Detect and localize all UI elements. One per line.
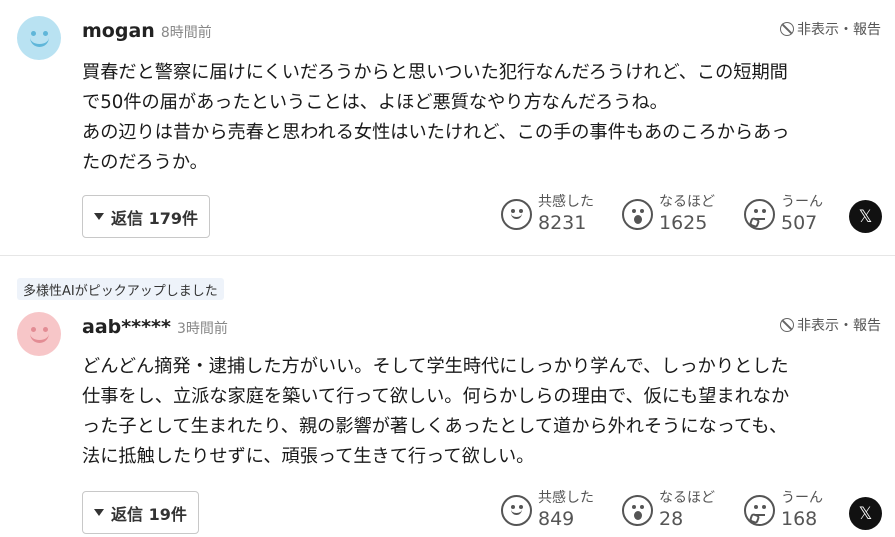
reaction-uun-button[interactable]: うーん 168 (744, 491, 823, 529)
username[interactable]: mogan (82, 20, 155, 42)
comment-line: 買春だと警察に届けにくいだろうからと思いついた犯行なんだろうけれど、この短期間 (82, 62, 788, 83)
comment-line: 仕事をし、立派な家庭を築いて行って欲しい。何らかしらの理由で、仮にも望まれなか (82, 386, 790, 407)
reaction-label: なるほど (659, 194, 715, 210)
hide-report-label: 非表示・報告 (797, 318, 881, 334)
reaction-empathy-button[interactable]: 共感した 849 (501, 491, 594, 529)
caret-down-icon (94, 213, 104, 220)
reaction-label: うーん (781, 490, 823, 506)
x-share-icon[interactable]: 𝕏 (849, 497, 882, 530)
smile-face-icon (501, 198, 532, 230)
user-avatar[interactable] (17, 312, 61, 356)
reply-toggle-button[interactable]: 返信 179件 (82, 195, 210, 238)
comment-item: mogan 8時間前 非表示・報告 買春だと警察に届けにくいだろうからと思いつい… (0, 0, 895, 255)
reply-count-label: 返信 179件 (111, 208, 198, 228)
surprised-face-icon (622, 198, 653, 230)
reaction-count: 8231 (538, 212, 587, 234)
avatar-eye (31, 31, 36, 36)
hide-report-button[interactable]: 非表示・報告 (780, 315, 881, 335)
reaction-count: 507 (781, 212, 818, 234)
reaction-naruhodo-button[interactable]: なるほど 1625 (622, 195, 715, 233)
surprised-face-icon (622, 494, 653, 526)
hide-report-button[interactable]: 非表示・報告 (780, 19, 881, 39)
smile-face-icon (501, 494, 532, 526)
avatar-mouth (30, 37, 49, 47)
reaction-label: 共感した (538, 490, 594, 506)
ban-icon (780, 22, 794, 36)
comment-time: 8時間前 (160, 25, 212, 41)
comment-line: で50件の届があったということは、よほど悪質なやり方なんだろうね。 (82, 92, 668, 113)
reply-toggle-button[interactable]: 返信 19件 (82, 491, 199, 534)
comment-line: あの辺りは昔から売春と思われる女性はいたけれど、この手の事件もあのころからあっ (82, 122, 790, 143)
reaction-empathy-button[interactable]: 共感した 8231 (501, 195, 594, 233)
reaction-label: なるほど (659, 490, 715, 506)
comment-line: った子として生まれたり、親の影響が著しくあったとして道から外れそうになっても、 (82, 416, 788, 437)
avatar-eye (43, 327, 48, 332)
thinking-face-icon (744, 198, 775, 230)
user-avatar[interactable] (17, 16, 61, 60)
reaction-count: 28 (659, 508, 684, 530)
avatar-eye (43, 31, 48, 36)
avatar-eye (31, 327, 36, 332)
x-share-icon[interactable]: 𝕏 (849, 200, 882, 233)
comment-divider (0, 255, 895, 256)
comment-body: 買春だと警察に届けにくいだろうからと思いついた犯行なんだろうけれど、この短期間 … (82, 58, 882, 178)
reaction-naruhodo-button[interactable]: なるほど 28 (622, 491, 715, 529)
comment-meta: mogan 8時間前 (82, 20, 212, 42)
reaction-count: 168 (781, 508, 818, 530)
comment-body: どんどん摘発・逮捕した方がいい。そして学生時代にしっかり学んで、しっかりとした … (82, 352, 882, 472)
reaction-label: うーん (781, 194, 823, 210)
username[interactable]: aab***** (82, 316, 171, 338)
ban-icon (780, 318, 794, 332)
comment-line: どんどん摘発・逮捕した方がいい。そして学生時代にしっかり学んで、しっかりとした (82, 356, 789, 377)
thinking-face-icon (744, 494, 775, 526)
hide-report-label: 非表示・報告 (797, 22, 881, 38)
reaction-count: 1625 (659, 212, 708, 234)
comment-item: aab***** 3時間前 非表示・報告 どんどん摘発・逮捕した方がいい。そして… (0, 272, 895, 537)
comment-line: たのだろうか。 (82, 152, 208, 173)
avatar-mouth (30, 333, 49, 343)
comment-line: 法に抵触したりせずに、頑張って生きて行って欲しい。 (82, 446, 535, 467)
reaction-count: 849 (538, 508, 575, 530)
comment-time: 3時間前 (176, 321, 228, 337)
reply-count-label: 返信 19件 (111, 504, 187, 524)
comment-meta: aab***** 3時間前 (82, 316, 228, 338)
caret-down-icon (94, 509, 104, 516)
reaction-label: 共感した (538, 194, 594, 210)
reaction-uun-button[interactable]: うーん 507 (744, 195, 823, 233)
